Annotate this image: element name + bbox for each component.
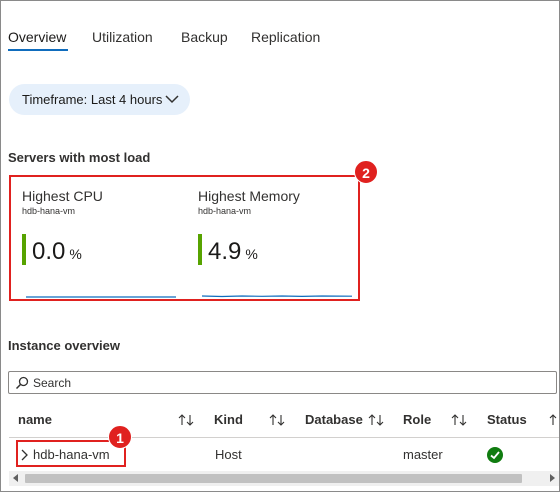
search-placeholder: Search <box>33 376 72 390</box>
cpu-sparkline <box>26 296 176 298</box>
sort-icon[interactable] <box>269 413 285 427</box>
timeframe-label: Timeframe: Last 4 hours <box>22 92 163 107</box>
scroll-left-icon[interactable] <box>13 474 18 482</box>
search-input[interactable]: Search <box>8 371 557 394</box>
sort-icon[interactable] <box>549 413 560 427</box>
healthy-status-icon <box>487 447 503 463</box>
metric-value: 4.9% <box>208 238 258 265</box>
metric-status-bar <box>198 234 202 265</box>
metric-unit: % <box>69 246 82 262</box>
instance-section-title: Instance overview <box>8 338 120 353</box>
tab-overview[interactable]: Overview <box>8 29 66 45</box>
column-header-database[interactable]: Database <box>305 412 363 427</box>
sort-icon[interactable] <box>178 413 194 427</box>
cell-kind: Host <box>215 447 242 462</box>
servers-section-title: Servers with most load <box>8 150 151 165</box>
search-icon <box>15 376 29 390</box>
metric-value: 0.0% <box>32 238 82 265</box>
column-header-status[interactable]: Status <box>487 412 527 427</box>
horizontal-scrollbar[interactable] <box>9 471 559 486</box>
sort-icon[interactable] <box>451 413 467 427</box>
chevron-down-icon <box>165 95 179 104</box>
scrollbar-thumb[interactable] <box>25 474 522 483</box>
metric-title: Highest CPU <box>22 188 103 204</box>
chevron-right-icon[interactable] <box>20 449 28 461</box>
metric-unit: % <box>245 246 258 262</box>
active-tab-indicator <box>8 49 68 51</box>
timeframe-dropdown[interactable]: Timeframe: Last 4 hours <box>9 84 190 115</box>
sort-icon[interactable] <box>368 413 384 427</box>
metric-card-memory[interactable]: Highest Memory hdb-hana-vm 4.9% <box>198 188 352 298</box>
column-header-name[interactable]: name <box>18 412 52 427</box>
table-header-divider <box>9 437 559 438</box>
scroll-right-icon[interactable] <box>550 474 555 482</box>
memory-sparkline <box>202 295 352 298</box>
sap-hana-insights-panel: Overview Utilization Backup Replication … <box>0 0 560 492</box>
tab-backup[interactable]: Backup <box>181 29 228 45</box>
metric-server-name: hdb-hana-vm <box>198 206 252 216</box>
cell-name[interactable]: hdb-hana-vm <box>33 447 110 462</box>
callout-badge-1: 1 <box>108 425 132 449</box>
cell-role: master <box>403 447 443 462</box>
callout-badge-2: 2 <box>354 160 378 184</box>
metric-status-bar <box>22 234 26 265</box>
column-header-kind[interactable]: Kind <box>214 412 243 427</box>
tab-utilization[interactable]: Utilization <box>92 29 153 45</box>
metric-server-name: hdb-hana-vm <box>22 206 76 216</box>
metric-card-cpu[interactable]: Highest CPU hdb-hana-vm 0.0% <box>22 188 176 298</box>
tab-replication[interactable]: Replication <box>251 29 320 45</box>
column-header-role[interactable]: Role <box>403 412 431 427</box>
metric-title: Highest Memory <box>198 188 300 204</box>
